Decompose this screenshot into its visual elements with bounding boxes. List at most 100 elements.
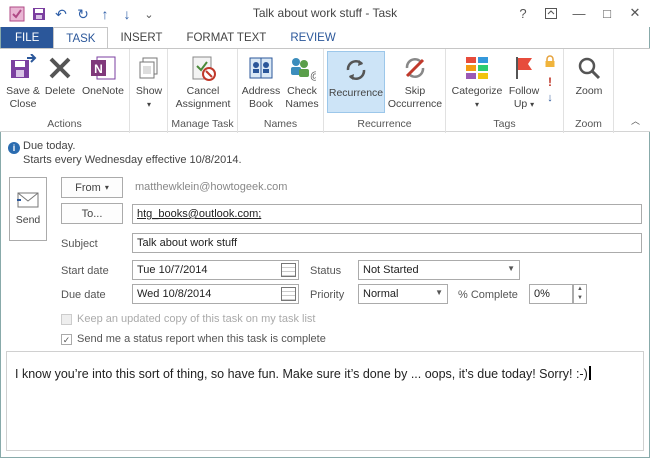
calendar-icon[interactable] <box>281 287 296 301</box>
categorize-label: Categorize <box>451 85 503 97</box>
priority-select[interactable]: Normal ▼ <box>358 284 448 304</box>
cancel-assignment-button[interactable]: Cancel Assignment <box>170 53 236 111</box>
cancel-assignment-icon <box>188 53 218 83</box>
group-label-recurrence: Recurrence <box>357 118 412 130</box>
send-button[interactable]: Send <box>9 177 47 241</box>
categorize-dropdown-icon: ▾ <box>474 100 479 109</box>
group-tags: Categorize ▾ Follow Up ▾ ! ↓ Tags <box>446 49 564 133</box>
save-close-label-2: Close <box>9 98 37 110</box>
cancel-assignment-label-1: Cancel <box>186 85 220 97</box>
show-dropdown-icon: ▾ <box>146 100 151 109</box>
group-show: Show ▾ <box>130 49 168 133</box>
follow-up-label-1: Follow <box>508 85 540 97</box>
group-label-manage-task: Manage Task <box>171 118 234 130</box>
group-manage-task: Cancel Assignment Manage Task <box>168 49 238 133</box>
show-label: Show <box>135 85 163 97</box>
to-field[interactable]: htg_books@outlook.com; <box>132 204 642 224</box>
calendar-icon[interactable] <box>281 263 296 277</box>
to-label: To... <box>81 207 103 220</box>
percent-spinner[interactable]: ▲ ▼ <box>573 284 587 304</box>
body-text: I know you’re into this sort of thing, s… <box>15 367 588 381</box>
percent-complete-field[interactable]: 0% <box>529 284 573 304</box>
due-date-field[interactable]: Wed 10/8/2014 <box>132 284 299 304</box>
status-report-checkbox[interactable]: ✓ <box>61 334 72 345</box>
skip-occurrence-button[interactable]: Skip Occurrence <box>386 53 444 111</box>
check-names-label-1: Check <box>287 85 317 97</box>
subject-field[interactable]: Talk about work stuff <box>132 233 642 253</box>
percent-complete-label: % Complete <box>458 289 518 301</box>
tab-review[interactable]: REVIEW <box>278 27 347 49</box>
show-icon <box>134 53 164 83</box>
cancel-assignment-label-2: Assignment <box>175 98 231 110</box>
skip-occurrence-label-2: Occurrence <box>387 98 443 110</box>
collapse-ribbon-icon[interactable]: ︿ <box>631 114 640 127</box>
tab-file[interactable]: FILE <box>1 27 54 49</box>
due-date-value: Wed 10/8/2014 <box>137 288 212 300</box>
recurrence-button[interactable]: Recurrence <box>327 51 385 113</box>
send-label: Send <box>15 214 41 226</box>
skip-occurrence-icon <box>400 53 430 83</box>
delete-button[interactable]: Delete <box>44 53 76 98</box>
categorize-button[interactable]: Categorize ▾ <box>450 53 504 111</box>
show-button[interactable]: Show ▾ <box>133 53 165 111</box>
tab-task[interactable]: TASK <box>53 27 109 50</box>
high-importance-icon[interactable]: ! <box>548 76 552 88</box>
save-close-icon <box>8 53 38 83</box>
start-date-label: Start date <box>61 265 109 277</box>
priority-value: Normal <box>363 288 399 300</box>
group-names: Address Book @ Check Names Names <box>238 49 324 133</box>
delete-icon <box>45 53 75 83</box>
task-body[interactable]: I know you’re into this sort of thing, s… <box>6 351 644 451</box>
tag-small-buttons: ! ↓ <box>544 55 556 104</box>
group-label-names: Names <box>263 118 298 130</box>
subject-label: Subject <box>61 238 98 250</box>
minimize-icon[interactable]: — <box>570 4 588 22</box>
start-date-value: Tue 10/7/2014 <box>137 264 208 276</box>
private-lock-icon[interactable] <box>544 55 556 71</box>
address-book-label-2: Book <box>249 98 273 110</box>
info-line-1-row: i Due today. <box>8 140 242 154</box>
due-date-label: Due date <box>61 289 106 301</box>
onenote-button[interactable]: N OneNote <box>80 53 126 98</box>
start-date-field[interactable]: Tue 10/7/2014 <box>132 260 299 280</box>
maximize-icon[interactable]: □ <box>598 4 616 22</box>
check-names-label-2: Names <box>285 98 319 110</box>
check-names-button[interactable]: @ Check Names <box>283 53 321 111</box>
close-icon[interactable]: ✕ <box>626 4 644 22</box>
address-book-button[interactable]: Address Book <box>241 53 281 111</box>
group-zoom: Zoom Zoom <box>564 49 614 133</box>
save-close-button[interactable]: Save & Close <box>4 53 42 111</box>
status-select[interactable]: Not Started ▼ <box>358 260 520 280</box>
to-value: htg_books@outlook.com; <box>137 208 262 220</box>
ribbon-tabs: FILE TASK INSERT FORMAT TEXT REVIEW <box>0 27 650 50</box>
title-bar: ↶ ↻ ↑ ↓ ⌄ Talk about work stuff - Task ?… <box>0 0 650 27</box>
text-cursor <box>588 366 591 380</box>
status-label: Status <box>310 265 342 277</box>
zoom-button[interactable]: Zoom <box>570 53 608 98</box>
delete-label: Delete <box>44 85 76 97</box>
from-button[interactable]: From ▾ <box>61 177 123 198</box>
follow-up-button[interactable]: Follow Up ▾ <box>506 53 542 111</box>
from-dropdown-icon: ▾ <box>104 183 109 192</box>
chevron-down-icon: ▼ <box>507 264 515 273</box>
onenote-icon: N <box>88 53 118 83</box>
tab-insert[interactable]: INSERT <box>108 27 174 49</box>
spin-up-icon[interactable]: ▲ <box>574 285 586 294</box>
to-button[interactable]: To... <box>61 203 123 224</box>
tab-format-text[interactable]: FORMAT TEXT <box>174 27 278 49</box>
priority-label: Priority <box>310 289 345 301</box>
follow-up-dropdown-icon: ▾ <box>530 100 535 109</box>
info-icon: i <box>8 142 20 154</box>
follow-up-label-2-text: Up <box>513 98 528 110</box>
spin-down-icon[interactable]: ▼ <box>574 294 586 303</box>
help-icon[interactable]: ? <box>514 4 532 22</box>
onenote-label: OneNote <box>81 85 125 97</box>
recurrence-label: Recurrence <box>328 87 384 99</box>
svg-text:@: @ <box>310 71 316 82</box>
keep-copy-checkbox[interactable] <box>61 314 72 325</box>
window-controls: ? — □ ✕ <box>514 4 644 22</box>
low-importance-icon[interactable]: ↓ <box>547 93 553 104</box>
ribbon-display-icon[interactable] <box>542 4 560 22</box>
ribbon: Save & Close Delete N OneNote Actions Sh… <box>0 48 650 133</box>
categorize-icon <box>462 53 492 83</box>
